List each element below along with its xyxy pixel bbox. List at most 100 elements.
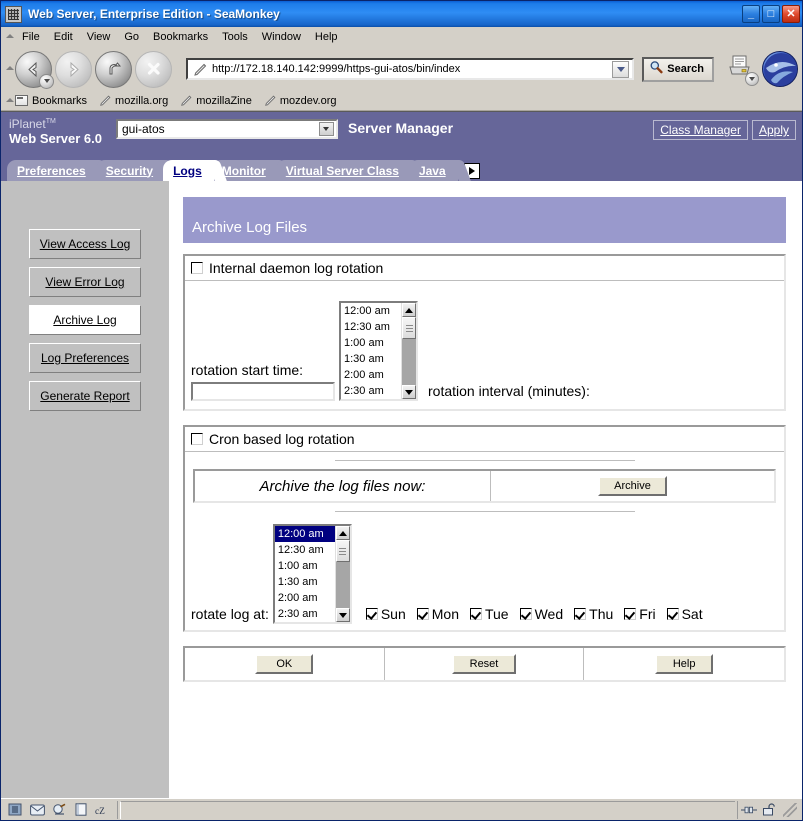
sidebar-item-archive-log[interactable]: Archive Log xyxy=(29,305,141,335)
weekday-sat[interactable]: Sat xyxy=(666,606,703,622)
class-manager-button[interactable]: Class Manager xyxy=(653,120,748,140)
close-button[interactable]: ✕ xyxy=(782,5,800,23)
weekday-tue[interactable]: Tue xyxy=(469,606,509,622)
menu-go[interactable]: Go xyxy=(117,29,146,45)
weekday-tue-checkbox[interactable] xyxy=(469,608,482,620)
tab-java[interactable]: Java xyxy=(408,160,458,181)
weekday-wed-checkbox[interactable] xyxy=(519,608,532,620)
help-button[interactable]: Help xyxy=(654,654,714,674)
reload-button[interactable] xyxy=(95,50,132,88)
list-item[interactable]: 12:00 am xyxy=(274,526,335,542)
connection-icon[interactable] xyxy=(741,803,757,817)
bookmark-mozillazine[interactable]: mozillaZine xyxy=(180,94,252,107)
reset-button[interactable]: Reset xyxy=(451,654,517,674)
menubar-grip-icon[interactable] xyxy=(4,31,14,43)
cron-time-scrollbar[interactable] xyxy=(334,526,350,622)
internal-time-listbox-frame[interactable]: 12:00 am 12:30 am 1:00 am 1:30 am 2:00 a… xyxy=(339,301,418,401)
chatzilla-icon[interactable]: cZ xyxy=(95,803,111,817)
search-button[interactable]: Search xyxy=(642,56,714,82)
internal-time-scrollbar[interactable] xyxy=(401,303,416,399)
list-item[interactable]: 12:30 am xyxy=(341,319,401,335)
menu-view[interactable]: View xyxy=(80,29,118,45)
addressbook-icon[interactable] xyxy=(73,803,89,817)
unlocked-padlock-icon[interactable] xyxy=(761,803,777,817)
archive-button[interactable]: Archive xyxy=(598,476,667,496)
tab-logs[interactable]: Logs xyxy=(163,160,214,181)
weekday-sun[interactable]: Sun xyxy=(365,606,406,622)
menu-help[interactable]: Help xyxy=(308,29,345,45)
sidebar-item-view-error-log[interactable]: View Error Log xyxy=(29,267,141,297)
menu-window[interactable]: Window xyxy=(255,29,308,45)
url-history-dropdown-icon[interactable] xyxy=(612,60,630,78)
print-button[interactable] xyxy=(720,50,760,88)
weekday-mon[interactable]: Mon xyxy=(416,606,459,622)
minimize-button[interactable]: _ xyxy=(742,5,760,23)
back-button[interactable] xyxy=(15,50,54,89)
scrollbar-track[interactable] xyxy=(335,562,350,608)
sidebar-item-log-preferences[interactable]: Log Preferences xyxy=(29,343,141,373)
scroll-down-arrow-icon[interactable] xyxy=(335,608,350,622)
scrollbar-track[interactable] xyxy=(402,339,416,385)
tab-virtual-server-class[interactable]: Virtual Server Class xyxy=(275,160,411,181)
navtoolbar-grip-icon[interactable] xyxy=(4,63,14,75)
list-item[interactable]: 2:30 am xyxy=(275,606,335,622)
menu-bookmarks[interactable]: Bookmarks xyxy=(146,29,215,45)
bookmarks-folder-item[interactable]: Bookmarks xyxy=(15,95,87,107)
cron-rotation-checkbox[interactable] xyxy=(191,433,203,445)
cron-time-listbox-frame[interactable]: 12:00 am 12:30 am 1:00 am 1:30 am 2:00 a… xyxy=(272,524,352,624)
bookmark-label: mozilla.org xyxy=(115,94,169,107)
scroll-up-arrow-icon[interactable] xyxy=(402,303,416,317)
weekday-sat-checkbox[interactable] xyxy=(666,608,679,620)
maximize-button[interactable]: □ xyxy=(762,5,780,23)
scrollbar-thumb[interactable] xyxy=(335,540,350,562)
ok-button[interactable]: OK xyxy=(255,654,314,674)
seamonkey-logo-icon[interactable] xyxy=(762,51,798,87)
back-dropdown-icon[interactable] xyxy=(39,73,54,89)
scrollbar-thumb[interactable] xyxy=(402,317,416,339)
list-item[interactable]: 2:30 am xyxy=(341,383,401,399)
list-item[interactable]: 1:00 am xyxy=(341,335,401,351)
url-input-container[interactable]: http://172.18.140.142:9999/https-gui-ato… xyxy=(186,58,635,80)
list-item[interactable]: 1:00 am xyxy=(275,558,335,574)
tab-preferences[interactable]: Preferences xyxy=(7,160,98,181)
composer-icon[interactable] xyxy=(51,803,67,817)
sidebar-item-view-access-log[interactable]: View Access Log xyxy=(29,229,141,259)
apply-button[interactable]: Apply xyxy=(751,120,796,140)
chevron-down-icon[interactable] xyxy=(318,122,334,136)
list-item[interactable]: 2:00 am xyxy=(341,367,401,383)
tab-security[interactable]: Security xyxy=(95,160,166,181)
browser-icon[interactable] xyxy=(7,803,23,817)
list-item[interactable]: 1:30 am xyxy=(341,351,401,367)
internal-rotation-checkbox[interactable] xyxy=(191,262,203,274)
weekday-mon-checkbox[interactable] xyxy=(416,608,429,620)
menu-file[interactable]: File xyxy=(15,29,47,45)
sidebar-item-generate-report[interactable]: Generate Report xyxy=(29,381,141,411)
menu-edit[interactable]: Edit xyxy=(47,29,80,45)
list-item[interactable]: 12:00 am xyxy=(341,303,401,319)
forward-button[interactable] xyxy=(55,50,92,88)
url-text[interactable]: http://172.18.140.142:9999/https-gui-ato… xyxy=(212,63,612,75)
list-item[interactable]: 12:30 am xyxy=(275,542,335,558)
bookmark-mozdev-org[interactable]: mozdev.org xyxy=(264,94,337,107)
list-item[interactable]: 1:30 am xyxy=(275,574,335,590)
scroll-down-arrow-icon[interactable] xyxy=(402,385,416,399)
bookmarkbar-grip-icon[interactable] xyxy=(4,95,14,107)
resize-grip-icon[interactable] xyxy=(783,802,797,817)
bookmark-mozilla-org[interactable]: mozilla.org xyxy=(99,94,168,107)
weekday-sun-checkbox[interactable] xyxy=(365,608,378,620)
internal-time-listbox[interactable]: 12:00 am 12:30 am 1:00 am 1:30 am 2:00 a… xyxy=(339,301,418,401)
menu-tools[interactable]: Tools xyxy=(215,29,255,45)
stop-button[interactable] xyxy=(135,50,172,88)
weekday-thu[interactable]: Thu xyxy=(574,606,613,622)
print-dropdown-icon[interactable] xyxy=(745,72,759,86)
weekday-fri-checkbox[interactable] xyxy=(624,608,637,620)
list-item[interactable]: 2:00 am xyxy=(275,590,335,606)
weekday-wed[interactable]: Wed xyxy=(519,606,563,622)
weekday-thu-checkbox[interactable] xyxy=(574,608,587,620)
mail-icon[interactable] xyxy=(29,803,45,817)
server-instance-select[interactable]: gui-atos xyxy=(115,119,338,139)
scroll-up-arrow-icon[interactable] xyxy=(335,526,350,540)
cron-time-listbox[interactable]: 12:00 am 12:30 am 1:00 am 1:30 am 2:00 a… xyxy=(272,524,352,624)
rotation-start-time-input[interactable] xyxy=(191,382,335,401)
weekday-fri[interactable]: Fri xyxy=(624,606,656,622)
